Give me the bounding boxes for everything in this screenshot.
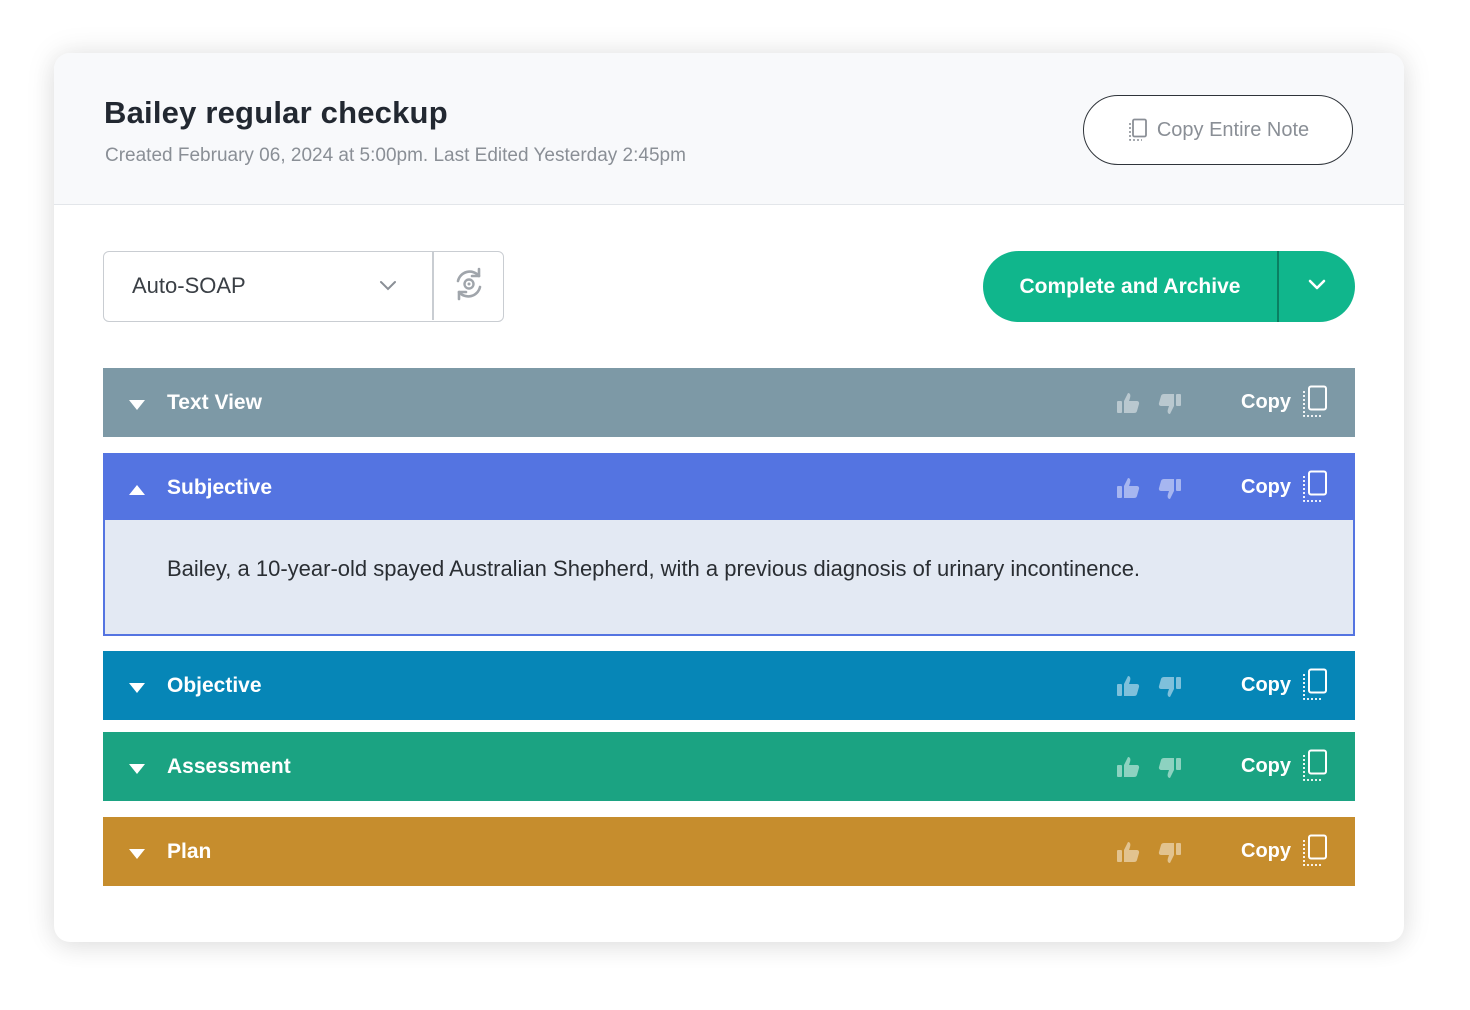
section-copy-button[interactable]: Copy (1241, 840, 1291, 863)
subjective-text: Bailey, a 10-year-old spayed Australian … (167, 556, 1141, 581)
copy-entire-note-label: Copy Entire Note (1156, 118, 1310, 141)
thumbs-up-icon[interactable] (1116, 841, 1140, 868)
section-objective[interactable]: Objective Copy (103, 651, 1355, 720)
thumbs-down-icon[interactable] (1158, 393, 1182, 420)
caret-down-icon[interactable] (129, 680, 145, 698)
section-plan[interactable]: Plan Copy (103, 817, 1355, 886)
section-copy-button[interactable]: Copy (1241, 755, 1291, 778)
complete-archive-group: Complete and Archive (983, 251, 1355, 322)
note-meta: Created February 06, 2024 at 5:00pm. Las… (105, 145, 686, 166)
copy-icon (1127, 118, 1149, 142)
copy-icon[interactable] (1301, 470, 1329, 509)
chevron-down-icon (1307, 278, 1327, 296)
complete-archive-button[interactable]: Complete and Archive (983, 251, 1277, 322)
regenerate-button[interactable] (434, 252, 503, 320)
copy-icon[interactable] (1301, 834, 1329, 873)
note-header: Bailey regular checkup Created February … (54, 53, 1404, 205)
section-assessment[interactable]: Assessment Copy (103, 732, 1355, 801)
caret-down-icon[interactable] (129, 397, 145, 415)
caret-up-icon[interactable] (129, 482, 145, 500)
caret-down-icon[interactable] (129, 846, 145, 864)
subjective-content: Bailey, a 10-year-old spayed Australian … (103, 520, 1355, 636)
copy-icon[interactable] (1301, 749, 1329, 788)
copy-icon[interactable] (1301, 385, 1329, 424)
thumbs-down-icon[interactable] (1158, 757, 1182, 784)
regenerate-icon (450, 265, 488, 308)
complete-options-button[interactable] (1279, 251, 1355, 322)
section-title: Plan (167, 839, 212, 863)
thumbs-up-icon[interactable] (1116, 675, 1140, 702)
chevron-down-icon (378, 279, 398, 297)
section-copy-button[interactable]: Copy (1241, 476, 1291, 499)
thumbs-up-icon[interactable] (1116, 756, 1140, 783)
copy-entire-note-button[interactable]: Copy Entire Note (1083, 95, 1353, 165)
section-copy-button[interactable]: Copy (1241, 674, 1291, 697)
section-copy-button[interactable]: Copy (1241, 391, 1291, 414)
thumbs-down-icon[interactable] (1158, 842, 1182, 869)
soap-note-card: Bailey regular checkup Created February … (54, 53, 1404, 942)
thumbs-up-icon[interactable] (1116, 477, 1140, 504)
copy-icon[interactable] (1301, 668, 1329, 707)
section-title: Subjective (167, 475, 273, 499)
thumbs-down-icon[interactable] (1158, 676, 1182, 703)
template-select[interactable]: Auto-SOAP (103, 251, 504, 322)
caret-down-icon[interactable] (129, 761, 145, 779)
section-title: Text View (167, 390, 262, 414)
thumbs-up-icon[interactable] (1116, 392, 1140, 419)
section-subjective[interactable]: Subjective Copy (103, 453, 1355, 522)
thumbs-down-icon[interactable] (1158, 478, 1182, 505)
note-title: Bailey regular checkup (104, 95, 448, 130)
section-text-view[interactable]: Text View Copy (103, 368, 1355, 437)
section-title: Objective (167, 673, 262, 697)
section-title: Assessment (167, 754, 291, 778)
